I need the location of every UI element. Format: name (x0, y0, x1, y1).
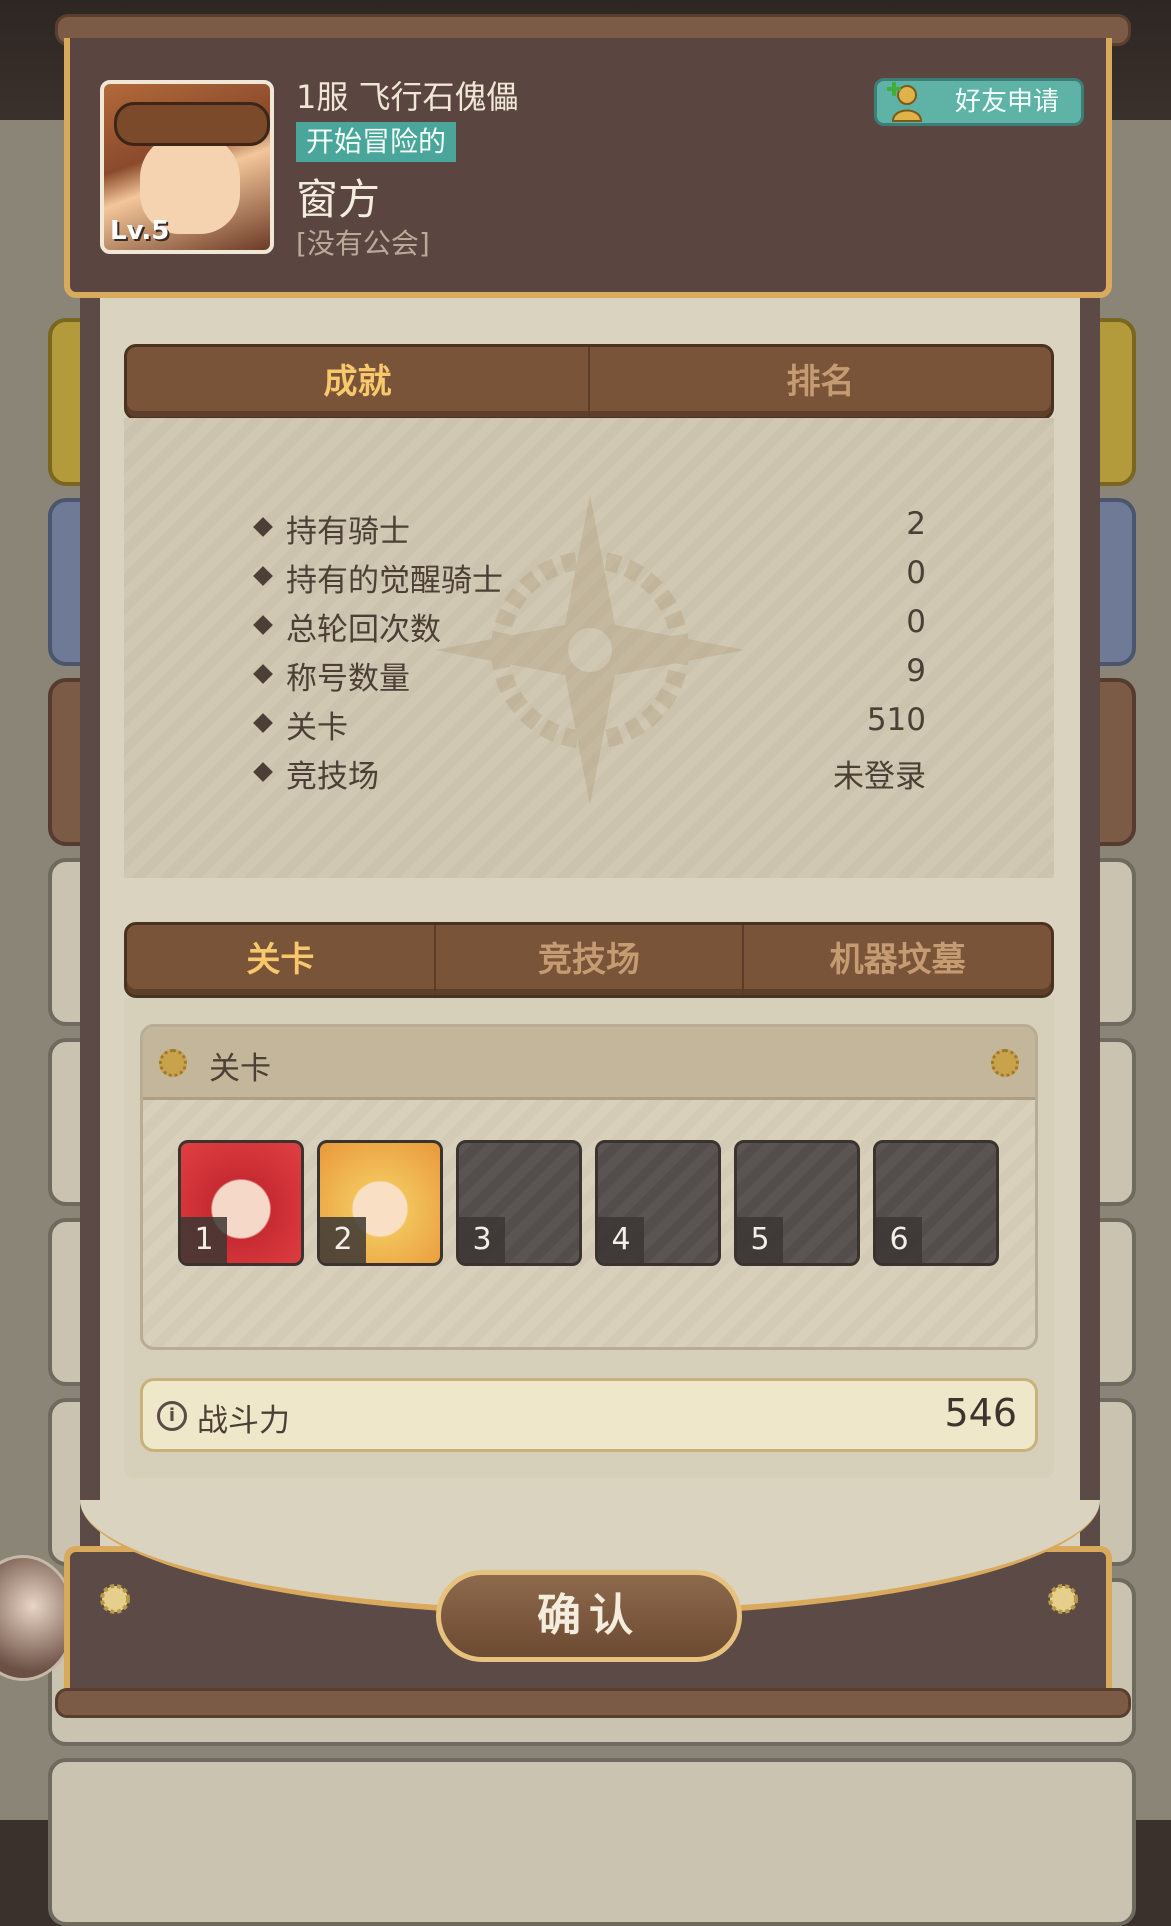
bullet-diamond (253, 566, 273, 586)
team-slot-6[interactable]: 6 (873, 1140, 999, 1266)
player-avatar[interactable]: Lv.5 (100, 80, 274, 254)
stats-tabbar: 成就 排名 (124, 344, 1054, 420)
avatar-goggles (114, 102, 270, 146)
stat-name: 持有的觉醒骑士 (286, 563, 503, 599)
confirm-button[interactable]: 确认 (436, 1570, 742, 1662)
stat-row: 称号数量 9 (252, 653, 926, 697)
stat-row: 总轮回次数 0 (252, 604, 926, 648)
tab-stage[interactable]: 关卡 (127, 925, 436, 995)
player-level: Lv.5 (110, 216, 170, 246)
friend-request-label: 好友申请 (955, 87, 1060, 117)
server-name: 1服 飞行石傀儡 (296, 78, 519, 116)
stat-value: 510 (866, 702, 926, 738)
tab-ranking[interactable]: 排名 (590, 347, 1051, 417)
stat-value: 9 (906, 653, 926, 689)
stat-row: 持有的觉醒骑士 0 (252, 555, 926, 599)
player-title-badge: 开始冒险的 (296, 122, 457, 162)
info-icon[interactable]: i (157, 1401, 187, 1431)
gear-icon (159, 1049, 187, 1077)
friend-request-button[interactable]: 好友申请 (874, 78, 1084, 126)
slot-number: 3 (459, 1217, 505, 1263)
slot-number: 5 (737, 1217, 783, 1263)
bullet-diamond (253, 517, 273, 537)
stat-value: 2 (906, 506, 926, 542)
gear-icon (991, 1049, 1019, 1077)
tab-machine-tomb[interactable]: 机器坟墓 (744, 925, 1051, 995)
combat-power-value: 546 (944, 1391, 1017, 1435)
tab-achievements[interactable]: 成就 (127, 347, 590, 417)
tab-arena[interactable]: 竞技场 (436, 925, 745, 995)
stat-value: 未登录 (833, 759, 926, 795)
bullet-diamond (253, 762, 273, 782)
combat-power-bar: i 战斗力 546 (140, 1378, 1038, 1452)
gear-icon (100, 1584, 130, 1614)
guild-name: [没有公会] (296, 227, 430, 260)
slot-number: 2 (320, 1217, 366, 1263)
slot-number: 6 (876, 1217, 922, 1263)
stat-name: 竞技场 (286, 759, 379, 795)
bullet-diamond (253, 713, 273, 733)
stat-name: 持有骑士 (286, 514, 410, 550)
add-friend-icon (887, 82, 923, 122)
slot-number: 1 (181, 1217, 227, 1263)
stat-row: 持有骑士 2 (252, 506, 926, 550)
stat-name: 总轮回次数 (286, 612, 441, 648)
background-card (48, 1758, 1136, 1926)
team-slot-1[interactable]: 1 (178, 1140, 304, 1266)
team-slot-2[interactable]: 2 (317, 1140, 443, 1266)
team-panel-title: 关卡 (209, 1051, 271, 1087)
gear-icon (1048, 1584, 1078, 1614)
player-name: 窗方 (296, 175, 381, 224)
bullet-diamond (253, 664, 273, 684)
team-tabbar: 关卡 竞技场 机器坟墓 (124, 922, 1054, 998)
team-slot-5[interactable]: 5 (734, 1140, 860, 1266)
stat-value: 0 (906, 555, 926, 591)
stat-value: 0 (906, 604, 926, 640)
team-panel-header: 关卡 (143, 1027, 1035, 1100)
stat-name: 称号数量 (286, 661, 410, 697)
team-slot-4[interactable]: 4 (595, 1140, 721, 1266)
stat-name: 关卡 (286, 710, 348, 746)
combat-power-label: 战斗力 (197, 1403, 290, 1439)
stat-row: 竞技场 未登录 (252, 751, 926, 795)
slot-number: 4 (598, 1217, 644, 1263)
scroll-rod-bottom (55, 1688, 1131, 1718)
team-slot-3[interactable]: 3 (456, 1140, 582, 1266)
stat-row: 关卡 510 (252, 702, 926, 746)
bullet-diamond (253, 615, 273, 635)
